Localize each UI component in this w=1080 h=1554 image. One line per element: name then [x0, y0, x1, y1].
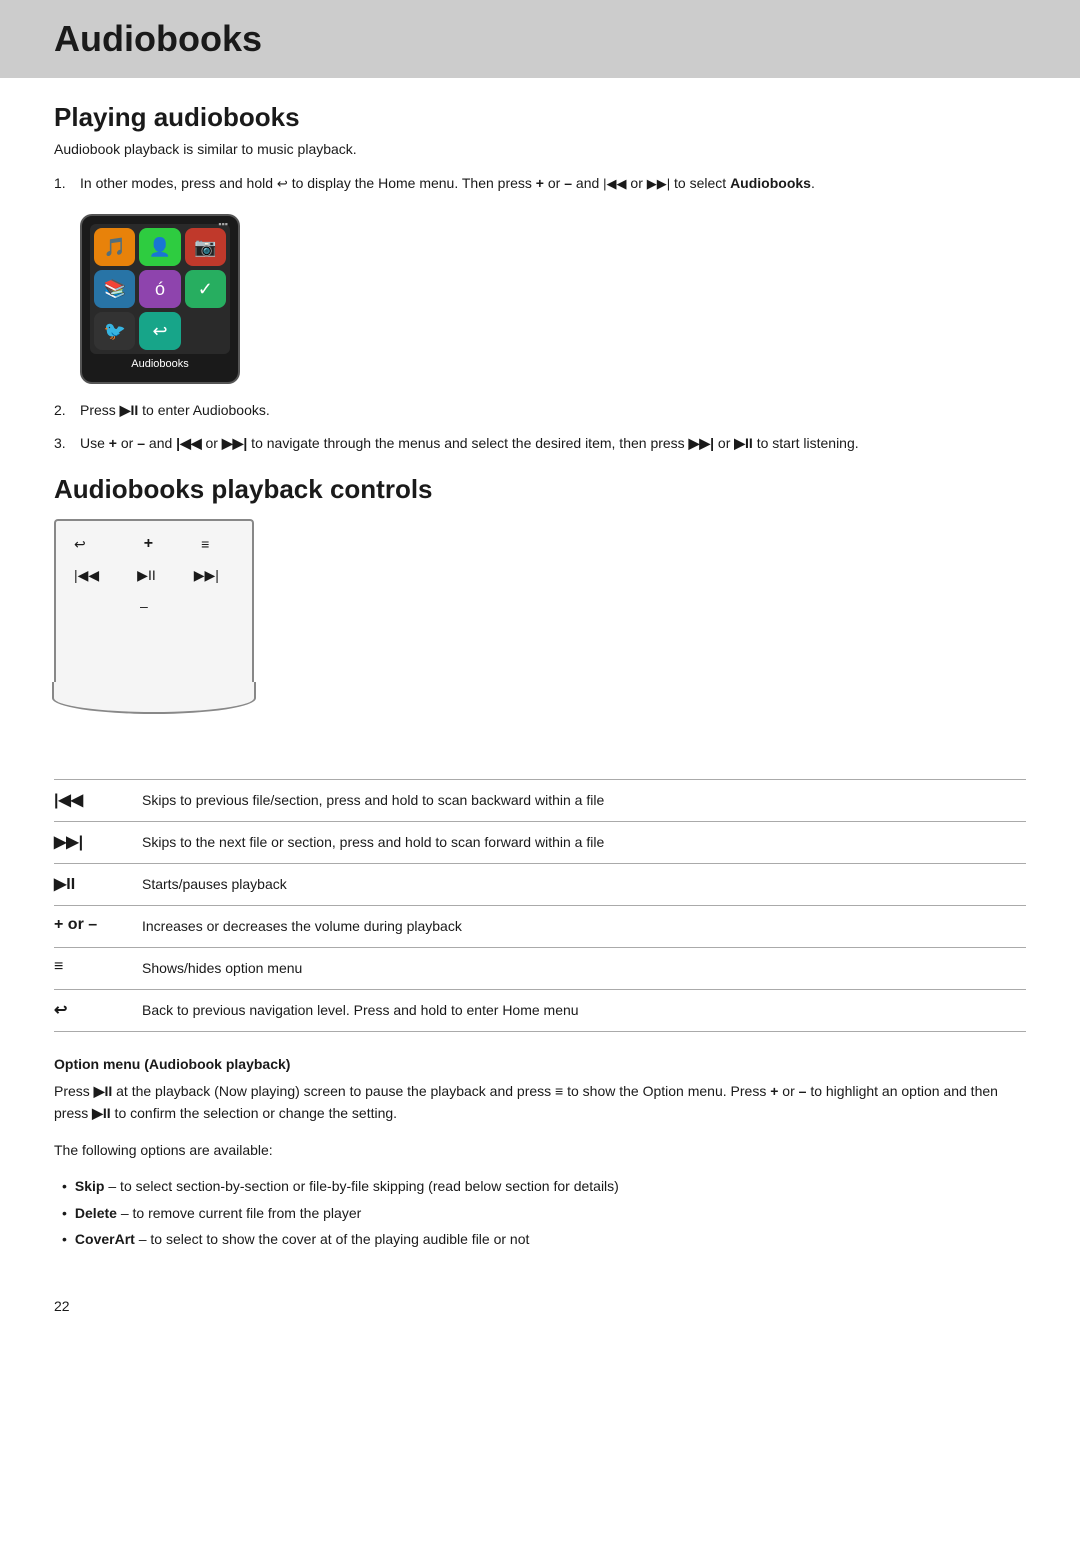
options-list: Skip – to select section-by-section or f… — [62, 1175, 1026, 1250]
page-number: 22 — [54, 1290, 1026, 1322]
page-title-banner: Audiobooks — [0, 0, 1080, 78]
icon-empty — [185, 312, 226, 350]
page-title: Audiobooks — [54, 18, 1026, 60]
step-2-text: Press ▶II to enter Audiobooks. — [80, 400, 1026, 421]
content-area: Playing audiobooks Audiobook playback is… — [0, 102, 1080, 1322]
device-mockup: ▪▪▪ 🎵 👤 📷 📚 ó ✓ 🐦 ↩ Audiobooks — [80, 214, 240, 384]
step-2: 2. Press ▶II to enter Audiobooks. — [54, 400, 1026, 421]
control-symbol-volume: + or – — [54, 906, 134, 948]
step-2-num: 2. — [54, 400, 80, 421]
control-desc-volume: Increases or decreases the volume during… — [134, 906, 1026, 948]
control-symbol-menu: ≡ — [54, 948, 134, 990]
option-menu-para1: Press ▶II at the playback (Now playing) … — [54, 1080, 1026, 1125]
option-menu-heading: Option menu (Audiobook playback) — [54, 1056, 1026, 1072]
step-3-text: Use + or – and |◀◀ or ▶▶| to navigate th… — [80, 433, 1026, 454]
control-row-volume: + or – Increases or decreases the volume… — [54, 906, 1026, 948]
control-desc-menu: Shows/hides option menu — [134, 948, 1026, 990]
step-3: 3. Use + or – and |◀◀ or ▶▶| to navigate… — [54, 433, 1026, 454]
fwd-symbol: ▶▶| — [647, 176, 670, 191]
fwd-btn: ▶▶| — [194, 567, 219, 584]
control-desc-fwd: Skips to the next file or section, press… — [134, 822, 1026, 864]
device-screen: 🎵 👤 📷 📚 ó ✓ 🐦 ↩ — [90, 224, 230, 354]
step-3-num: 3. — [54, 433, 80, 454]
icon-books: 📚 — [94, 270, 135, 308]
menu-btn: ≡ — [201, 536, 209, 552]
device-label: Audiobooks — [90, 358, 230, 370]
player-diagram: ↩ + ≡ |◀◀ ▶II ▶▶| – — [54, 519, 254, 684]
icon-audiobooks: ó — [139, 270, 180, 308]
control-symbol-back: ↩ — [54, 990, 134, 1032]
steps-list-2: 2. Press ▶II to enter Audiobooks. 3. Use… — [54, 400, 1026, 454]
icon-contacts: 👤 — [139, 228, 180, 266]
control-symbol-rew: |◀◀ — [54, 780, 134, 822]
option-skip: Skip – to select section-by-section or f… — [62, 1175, 1026, 1197]
controls-table: |◀◀ Skips to previous file/section, pres… — [54, 779, 1026, 1032]
rew-btn: |◀◀ — [74, 567, 99, 584]
diagram-row-2: |◀◀ ▶II ▶▶| — [74, 567, 234, 584]
option-coverart: CoverArt – to select to show the cover a… — [62, 1228, 1026, 1250]
controls-heading: Audiobooks playback controls — [54, 474, 1026, 505]
player-diagram-container: ↩ + ≡ |◀◀ ▶II ▶▶| – — [54, 519, 274, 719]
control-row-rew: |◀◀ Skips to previous file/section, pres… — [54, 780, 1026, 822]
icon-music: 🎵 — [94, 228, 135, 266]
step-1-num: 1. — [54, 173, 80, 194]
control-row-menu: ≡ Shows/hides option menu — [54, 948, 1026, 990]
control-symbol-play: ▶II — [54, 864, 134, 906]
option-delete: Delete – to remove current file from the… — [62, 1202, 1026, 1224]
plus-btn: + — [144, 535, 153, 553]
back-symbol: ↩ — [277, 176, 288, 191]
diagram-row-3: – — [74, 598, 234, 614]
minus-btn: – — [140, 598, 148, 614]
control-row-play: ▶II Starts/pauses playback — [54, 864, 1026, 906]
icon-bird: 🐦 — [94, 312, 135, 350]
control-symbol-fwd: ▶▶| — [54, 822, 134, 864]
step-1: 1. In other modes, press and hold ↩ to d… — [54, 173, 1026, 194]
page-container: Audiobooks Playing audiobooks Audiobook … — [0, 0, 1080, 1554]
step-1-text: In other modes, press and hold ↩ to disp… — [80, 173, 1026, 194]
control-desc-rew: Skips to previous file/section, press an… — [134, 780, 1026, 822]
icon-back: ↩ — [139, 312, 180, 350]
control-desc-back: Back to previous navigation level. Press… — [134, 990, 1026, 1032]
battery-icon: ▪▪▪ — [218, 219, 228, 229]
icon-check: ✓ — [185, 270, 226, 308]
playing-subtitle: Audiobook playback is similar to music p… — [54, 141, 1026, 157]
option-menu-para2: The following options are available: — [54, 1139, 1026, 1161]
playing-audiobooks-heading: Playing audiobooks — [54, 102, 1026, 133]
control-row-back: ↩ Back to previous navigation level. Pre… — [54, 990, 1026, 1032]
icon-photos: 📷 — [185, 228, 226, 266]
steps-list: 1. In other modes, press and hold ↩ to d… — [54, 173, 1026, 194]
control-row-fwd: ▶▶| Skips to the next file or section, p… — [54, 822, 1026, 864]
play-btn: ▶II — [137, 567, 156, 584]
rew-symbol: |◀◀ — [603, 176, 626, 191]
diagram-row-1: ↩ + ≡ — [74, 535, 234, 553]
control-desc-play: Starts/pauses playback — [134, 864, 1026, 906]
back-btn: ↩ — [74, 536, 86, 553]
player-diagram-bottom — [52, 682, 256, 714]
